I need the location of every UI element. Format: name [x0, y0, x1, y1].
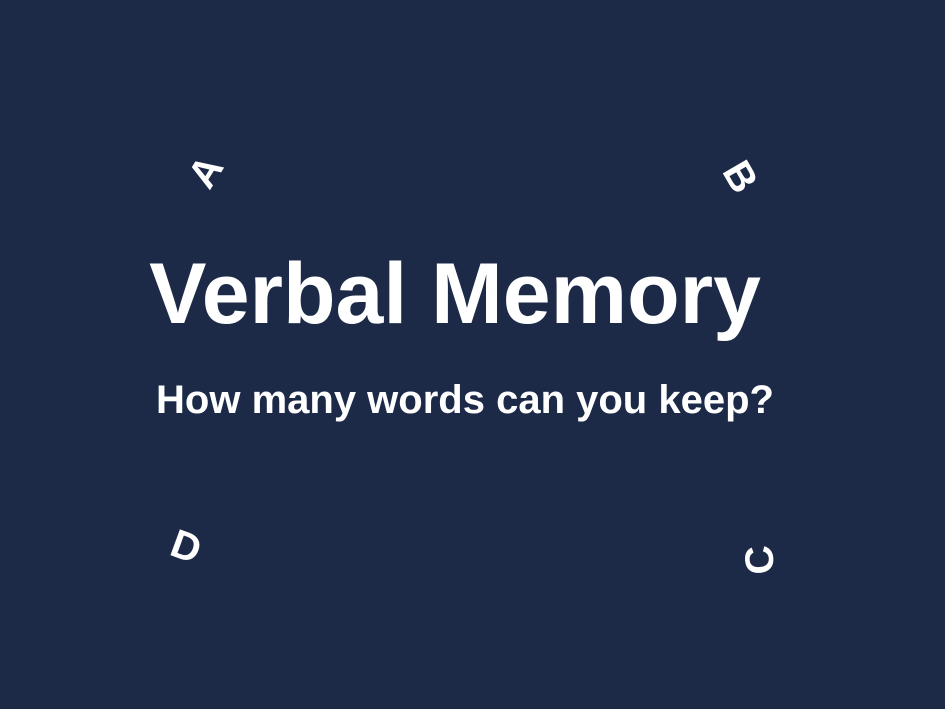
decorative-letter-c: C: [736, 543, 784, 577]
page-subtitle: How many words can you keep?: [156, 378, 774, 422]
decorative-letter-a: A: [179, 148, 233, 196]
page-title: Verbal Memory: [149, 246, 761, 342]
decorative-letter-d: D: [164, 521, 208, 573]
decorative-letter-b: B: [713, 153, 767, 201]
